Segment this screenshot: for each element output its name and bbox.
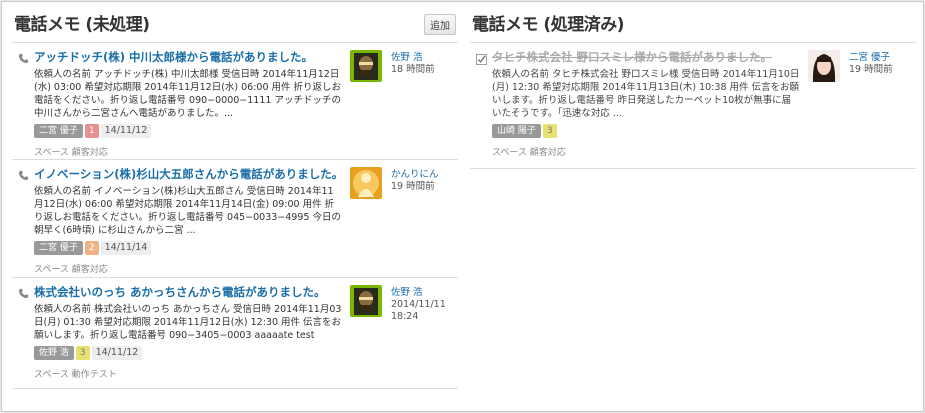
memo-title-link[interactable]: 株式会社いのっち あかっちさんから電話がありました。	[34, 285, 342, 300]
assignee-tag[interactable]: 二宮 優子	[34, 124, 83, 138]
processed-header: 電話メモ (処理済み)	[470, 2, 916, 42]
memo-body: イノベーション(株)杉山大五郎さんから電話がありました。 依頼人の名前 イノベー…	[34, 167, 343, 275]
due-date-tag: 14/11/14	[100, 241, 152, 255]
assignee-tag[interactable]: 二宮 優子	[34, 241, 83, 255]
author-info: 佐野 浩 2014/11/11 18:24	[391, 287, 461, 323]
author-info: 佐野 浩 18 時間前	[391, 52, 435, 76]
space-line: スペース 顧客対応	[492, 145, 800, 158]
space-value[interactable]: 顧客対応	[530, 148, 566, 158]
phone-icon	[18, 170, 29, 181]
space-label: スペース	[492, 148, 527, 158]
memo-text: 依頼人の名前 イノベーション(株)杉山大五郎さん 受信日時 2014年11月12…	[34, 186, 341, 236]
avatar[interactable]	[808, 50, 840, 82]
assignee-tag[interactable]: 佐野 浩	[34, 346, 74, 360]
author-info: 二宮 優子 19 時間前	[849, 52, 893, 76]
author-time: 19 時間前	[391, 181, 435, 192]
space-line: スペース 顧客対応	[34, 262, 342, 275]
count-badge: 1	[84, 124, 99, 138]
author-time: 19 時間前	[849, 64, 893, 75]
due-date-tag: 14/11/12	[91, 346, 143, 360]
memo-item: 株式会社いのっち あかっちさんから電話がありました。 依頼人の名前 株式会社いの…	[12, 277, 458, 389]
memo-title-link[interactable]: タヒチ株式会社 野口スミレ様から電話がありました。	[492, 50, 800, 65]
author-info: かんりにん 19 時間前	[391, 169, 439, 193]
memo-text: 依頼人の名前 株式会社いのっち あかっちさん 受信日時 2014年11月03日(…	[34, 304, 342, 341]
processed-title: 電話メモ (処理済み)	[472, 15, 624, 35]
memo-body: アッチドッチ(株) 中川太郎様から電話がありました。 依頼人の名前 アッチドッチ…	[34, 50, 342, 158]
phone-icon	[18, 53, 29, 64]
memo-item: タヒチ株式会社 野口スミレ様から電話がありました。 依頼人の名前 タヒチ株式会社…	[470, 42, 916, 169]
unprocessed-header: 電話メモ (未処理) 追加	[12, 2, 458, 42]
author-time: 2014/11/11 18:24	[391, 299, 446, 322]
count-badge: 2	[84, 241, 99, 255]
author-name[interactable]: 佐野 浩	[391, 287, 461, 299]
space-value[interactable]: 顧客対応	[72, 148, 108, 158]
checkbox-checked-icon[interactable]	[476, 54, 487, 65]
memo-body: 株式会社いのっち あかっちさんから電話がありました。 依頼人の名前 株式会社いの…	[34, 285, 342, 380]
memo-item: アッチドッチ(株) 中川太郎様から電話がありました。 依頼人の名前 アッチドッチ…	[12, 42, 458, 159]
memo-item: イノベーション(株)杉山大五郎さんから電話がありました。 依頼人の名前 イノベー…	[12, 159, 458, 277]
memo-tags: 山崎 陽子 3	[492, 124, 800, 138]
memo-text: 依頼人の名前 タヒチ株式会社 野口スミレ様 受信日時 2014年11月10日(月…	[492, 69, 800, 119]
memo-title-link[interactable]: アッチドッチ(株) 中川太郎様から電話がありました。	[34, 50, 342, 65]
space-line: スペース 顧客対応	[34, 145, 342, 158]
memo-tags: 二宮 優子 2 14/11/14	[34, 241, 342, 255]
author-name[interactable]: かんりにん	[391, 169, 439, 181]
add-button[interactable]: 追加	[424, 14, 456, 35]
count-badge: 3	[542, 124, 557, 138]
memo-tags: 佐野 浩 3 14/11/12	[34, 346, 342, 360]
space-value[interactable]: 動作テスト	[72, 370, 117, 380]
count-badge: 3	[75, 346, 90, 360]
author-name[interactable]: 二宮 優子	[849, 52, 893, 64]
space-value[interactable]: 顧客対応	[72, 265, 108, 275]
memo-title-link[interactable]: イノベーション(株)杉山大五郎さんから電話がありました。	[34, 167, 343, 182]
memo-body: タヒチ株式会社 野口スミレ様から電話がありました。 依頼人の名前 タヒチ株式会社…	[492, 50, 800, 158]
author-time: 18 時間前	[391, 64, 435, 75]
unprocessed-panel: 電話メモ (未処理) 追加 アッチドッチ(株) 中川太郎様から電話がありました。…	[12, 2, 458, 389]
author-name[interactable]: 佐野 浩	[391, 52, 435, 64]
space-label: スペース	[34, 370, 69, 380]
avatar[interactable]	[350, 167, 382, 199]
assignee-tag[interactable]: 山崎 陽子	[492, 124, 541, 138]
processed-panel: 電話メモ (処理済み) タヒチ株式会社 野口スミレ様から電話がありました。 依頼…	[470, 2, 916, 169]
memo-text: 依頼人の名前 アッチドッチ(株) 中川太郎様 受信日時 2014年11月12日(…	[34, 69, 342, 119]
avatar[interactable]	[350, 285, 382, 317]
space-label: スペース	[34, 265, 69, 275]
space-label: スペース	[34, 148, 69, 158]
avatar[interactable]	[350, 50, 382, 82]
app-frame: 電話メモ (未処理) 追加 アッチドッチ(株) 中川太郎様から電話がありました。…	[1, 1, 924, 412]
memo-tags: 二宮 優子 1 14/11/12	[34, 124, 342, 138]
due-date-tag: 14/11/12	[100, 124, 152, 138]
space-line: スペース 動作テスト	[34, 367, 342, 380]
phone-icon	[18, 288, 29, 299]
unprocessed-title: 電話メモ (未処理)	[14, 15, 150, 35]
